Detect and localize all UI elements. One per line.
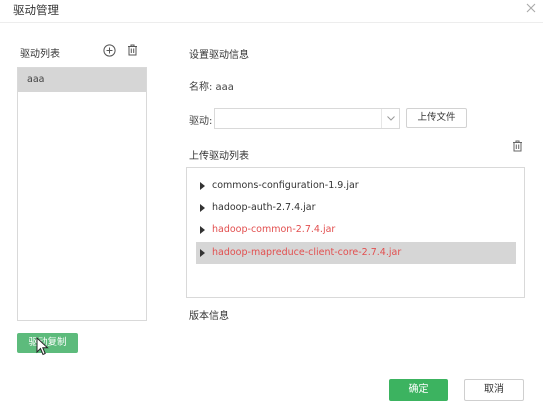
caret-right-icon[interactable] xyxy=(200,226,205,234)
uploaded-driver-list[interactable]: commons-configuration-1.9.jar hadoop-aut… xyxy=(186,167,525,298)
mouse-pointer-icon xyxy=(36,336,50,360)
chevron-down-icon[interactable] xyxy=(381,109,399,128)
close-icon[interactable] xyxy=(524,2,538,16)
list-item[interactable]: commons-configuration-1.9.jar xyxy=(196,175,516,197)
driver-list[interactable]: aaa xyxy=(17,67,147,321)
driver-info-section-title: 设置驱动信息 xyxy=(189,50,249,61)
trash-icon[interactable] xyxy=(509,138,525,154)
upload-driver-list-label: 上传驱动列表 xyxy=(189,151,249,162)
jar-name: hadoop-auth-2.7.4.jar xyxy=(212,202,316,213)
dialog-title-bar: 驱动管理 xyxy=(0,0,543,22)
driver-name-text: 名称: aaa xyxy=(189,82,234,93)
dialog-title: 驱动管理 xyxy=(13,3,59,17)
title-divider xyxy=(0,22,543,23)
version-info-label: 版本信息 xyxy=(189,311,229,322)
driver-field-label: 驱动: xyxy=(189,116,213,127)
plus-circle-icon[interactable] xyxy=(101,42,117,58)
jar-name: hadoop-common-2.7.4.jar xyxy=(212,224,336,235)
list-item[interactable]: hadoop-common-2.7.4.jar xyxy=(196,219,516,241)
list-item[interactable]: aaa xyxy=(18,68,146,92)
caret-right-icon[interactable] xyxy=(200,182,205,190)
list-item-label: aaa xyxy=(27,74,45,85)
trash-icon[interactable] xyxy=(124,42,140,58)
caret-right-icon[interactable] xyxy=(200,249,205,257)
list-item[interactable]: hadoop-mapreduce-client-core-2.7.4.jar xyxy=(196,242,516,264)
cancel-button[interactable]: 取消 xyxy=(464,379,524,401)
jar-name: hadoop-mapreduce-client-core-2.7.4.jar xyxy=(212,247,402,258)
jar-name: commons-configuration-1.9.jar xyxy=(212,180,359,191)
ok-button[interactable]: 确定 xyxy=(389,379,448,401)
driver-select[interactable] xyxy=(214,108,400,129)
driver-list-label: 驱动列表 xyxy=(20,49,60,60)
upload-file-button[interactable]: 上传文件 xyxy=(406,108,467,128)
list-item[interactable]: hadoop-auth-2.7.4.jar xyxy=(196,197,516,219)
caret-right-icon[interactable] xyxy=(200,204,205,212)
